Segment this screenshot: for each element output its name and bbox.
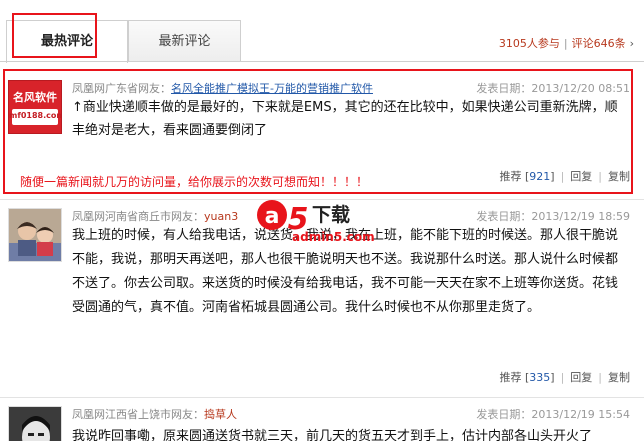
comment-date: 发表日期：2013/12/19 15:54 — [476, 408, 630, 421]
comment-item: 凤凰网江西省上饶市网友：捣草人 发表日期：2013/12/19 15:54 我说… — [0, 398, 644, 441]
promo-annotation: 随便一篇新闻就几万的访问量，给你展示的次数可想而知！！！！ — [20, 175, 369, 189]
logo-word: 下载 — [312, 203, 350, 226]
comment-source: 凤凰网河南省商丘市网友： — [72, 210, 204, 223]
avatar-photo — [9, 209, 61, 261]
action-separator: | — [598, 371, 602, 384]
watermark-site: admin5.com — [292, 230, 375, 244]
comment-source: 凤凰网江西省上饶市网友： — [72, 408, 204, 421]
recommend-button[interactable]: 推荐 — [499, 371, 521, 384]
comment-text: 我说昨回事嘞，原来圆通送货书就三天，前几天的货五天才到手上，估计内部各山头开火了 — [72, 429, 593, 441]
action-separator: | — [560, 371, 565, 384]
stats-separator: | — [563, 37, 568, 50]
avatar[interactable] — [8, 406, 62, 441]
admin5-watermark: a 5 下载 admin5.com — [252, 193, 392, 247]
comment-actions: 推荐 [335] | 回复 | 复制 — [499, 369, 630, 385]
avatar-photo — [9, 407, 61, 441]
close-arrow-icon[interactable]: › — [630, 37, 634, 50]
comment-date: 发表日期：2013/12/19 18:59 — [476, 210, 630, 223]
comment-stats: 3105人参与 | 评论646条 › — [499, 35, 634, 51]
copy-button[interactable]: 复制 — [608, 371, 630, 384]
reply-button[interactable]: 回复 — [570, 371, 592, 384]
participants-link[interactable]: 3105人参与 — [499, 37, 560, 50]
comment-meta: 凤凰网河南省商丘市网友：yuan3 — [72, 208, 238, 224]
comment-meta: 凤凰网江西省上饶市网友：捣草人 — [72, 406, 237, 422]
comment-username-link[interactable]: 捣草人 — [204, 408, 237, 421]
logo-letter: a — [265, 204, 280, 229]
tab-latest-comments[interactable]: 最新评论 — [128, 20, 241, 62]
comment-username-link[interactable]: yuan3 — [204, 210, 238, 223]
tab-baseline — [0, 61, 644, 62]
comment-count-link[interactable]: 评论646条 — [572, 37, 626, 50]
tab-highlight-box — [12, 13, 97, 58]
recommend-count: [335] — [524, 371, 555, 384]
avatar[interactable] — [8, 208, 62, 262]
